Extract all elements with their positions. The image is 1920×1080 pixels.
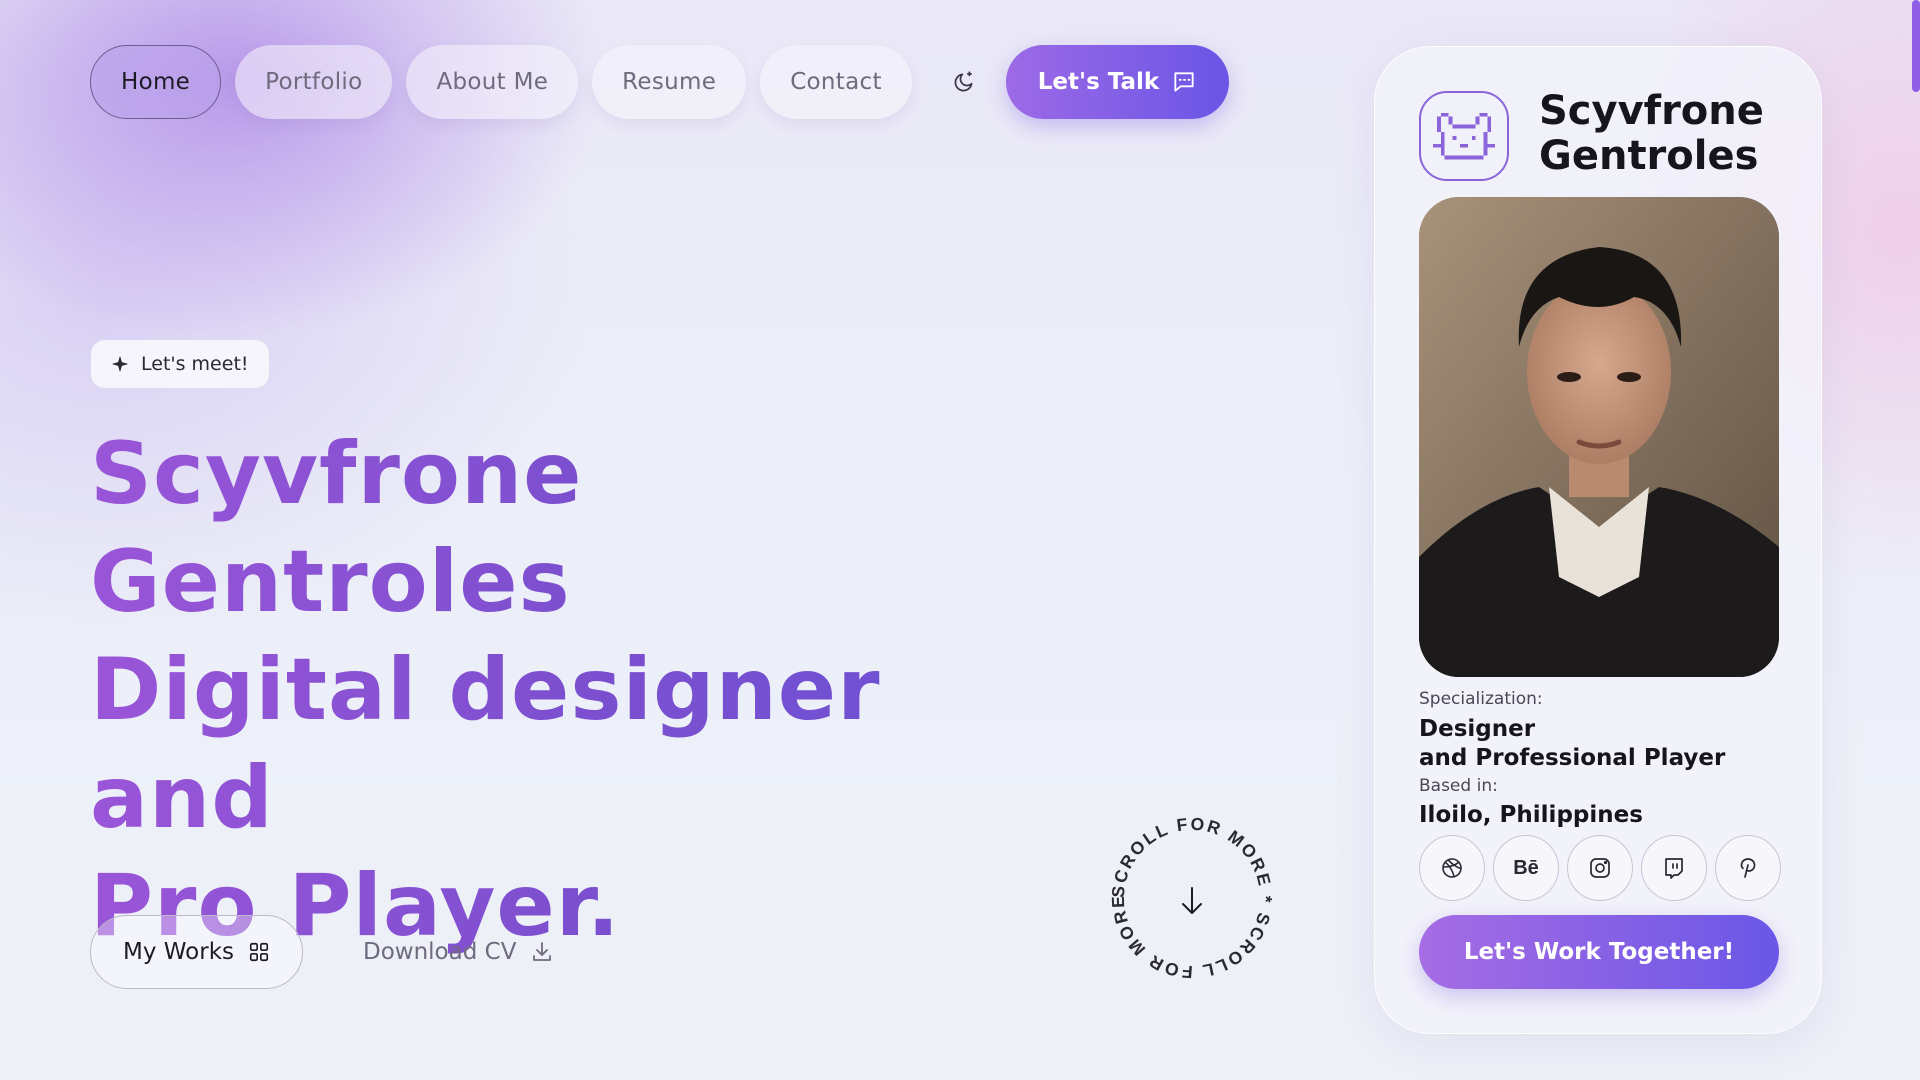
based-in-label: Based in: (1419, 776, 1498, 796)
twitch-icon (1665, 858, 1683, 879)
grid-icon (249, 942, 269, 962)
my-works-label: My Works (123, 939, 234, 965)
lets-talk-button[interactable]: Let's Talk (1005, 45, 1230, 119)
profile-card: Scyvfrone Gentroles Specialization: Desi… (1374, 46, 1822, 1034)
instagram-icon (1590, 858, 1610, 878)
hero-title-line: Scyvfrone (90, 420, 1090, 528)
pinterest-icon (1740, 858, 1756, 878)
download-cv-label: Download CV (363, 939, 517, 965)
svg-text:SCROLL FOR MORE * SCROLL FOR M: SCROLL FOR MORE * SCROLL FOR MORE * (1102, 808, 1276, 982)
nav-about-me[interactable]: About Me (406, 45, 579, 119)
dribbble-icon (1442, 858, 1462, 878)
behance-icon: Bē (1513, 856, 1539, 879)
hero-title-line: Digital designer and (90, 636, 1090, 852)
download-cv-button[interactable]: Download CV (363, 915, 554, 989)
lets-meet-chip: Let's meet! (91, 340, 269, 388)
download-icon (533, 942, 552, 961)
scroll-ring-text: SCROLL FOR MORE * SCROLL FOR MORE * (1102, 808, 1274, 982)
nav-portfolio[interactable]: Portfolio (235, 45, 393, 119)
lets-talk-label: Let's Talk (1037, 69, 1160, 95)
hero-title-line: Gentroles (90, 528, 1090, 636)
pinterest-link[interactable] (1715, 835, 1781, 901)
specialization-value-line1: Designer (1419, 716, 1536, 742)
moon-icon (954, 71, 973, 92)
nav-home[interactable]: Home (90, 45, 222, 119)
logo (1419, 91, 1509, 181)
lets-meet-label: Let's meet! (141, 353, 249, 375)
behance-link[interactable]: Bē (1493, 835, 1559, 901)
portrait-image (1419, 197, 1779, 677)
specialization-value-line2: and Professional Player (1419, 745, 1726, 771)
based-in-value: Iloilo, Philippines (1419, 802, 1643, 828)
my-works-button[interactable]: My Works (90, 915, 303, 989)
twitch-link[interactable] (1641, 835, 1707, 901)
instagram-link[interactable] (1567, 835, 1633, 901)
page-scrollbar[interactable] (1912, 0, 1920, 92)
sparkle-icon (111, 355, 129, 373)
hero-title: Scyvfrone Gentroles Digital designer and… (90, 420, 1090, 960)
scroll-for-more-badge[interactable]: SCROLL FOR MORE * SCROLL FOR MORE * (1102, 808, 1282, 988)
pixel-cat-icon (1433, 112, 1495, 160)
work-together-button[interactable]: Let's Work Together! (1419, 915, 1779, 989)
main-nav: Home Portfolio About Me Resume Contact L… (90, 45, 1230, 119)
specialization-label: Specialization: (1419, 689, 1543, 709)
social-links: Bē (1419, 835, 1781, 901)
arrow-down-icon (1182, 887, 1202, 914)
profile-photo (1419, 197, 1779, 677)
nav-resume[interactable]: Resume (592, 45, 747, 119)
profile-name: Scyvfrone Gentroles (1539, 88, 1764, 179)
chat-icon (1174, 72, 1194, 92)
dribbble-link[interactable] (1419, 835, 1485, 901)
theme-toggle-button[interactable] (936, 45, 992, 119)
nav-contact[interactable]: Contact (760, 45, 912, 119)
